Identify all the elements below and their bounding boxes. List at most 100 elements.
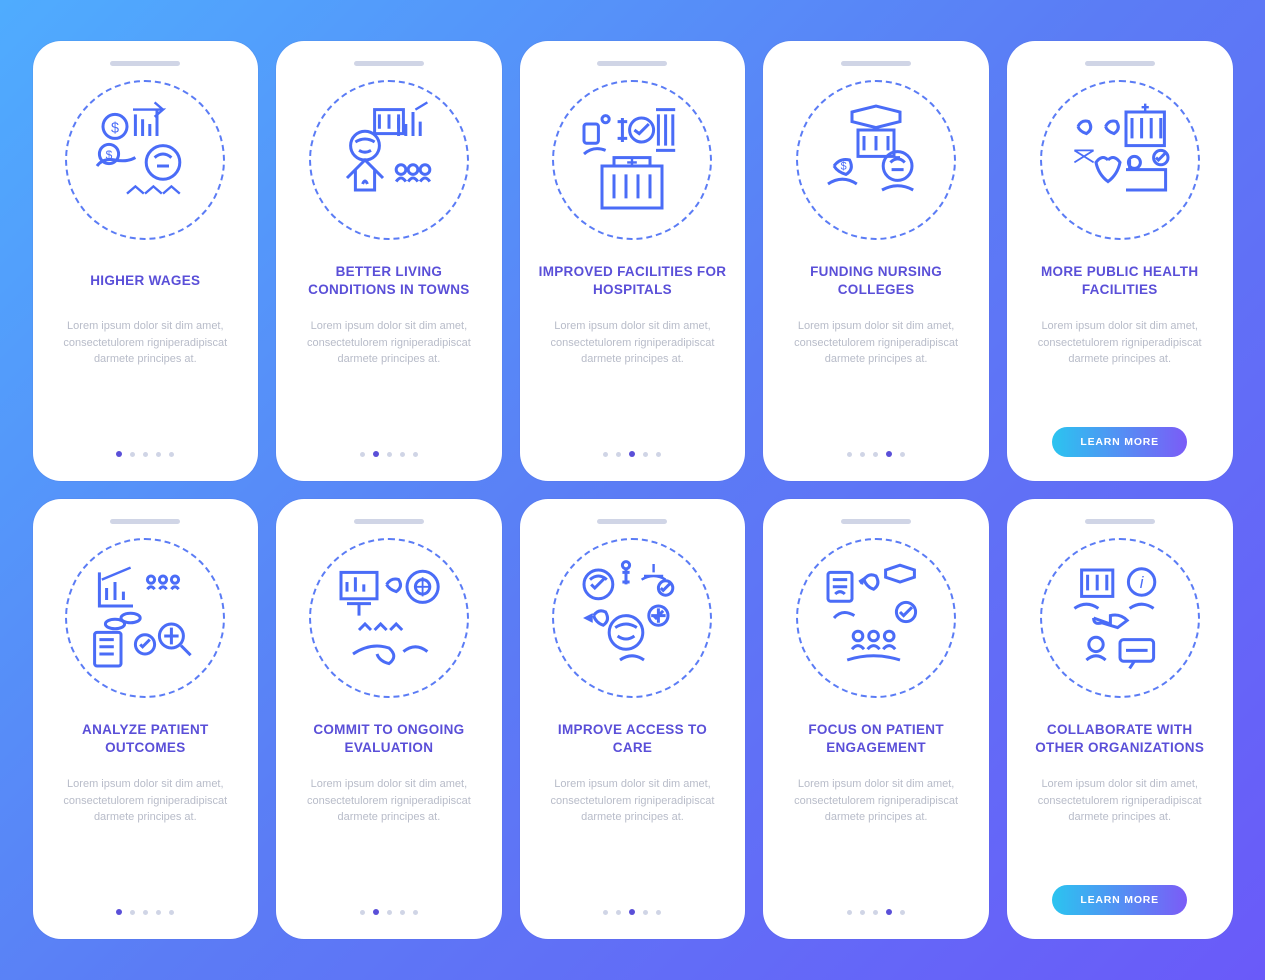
pagination-dot[interactable] bbox=[629, 451, 635, 457]
card-title: FOCUS ON PATIENT ENGAGEMENT bbox=[777, 720, 975, 758]
pagination-dot[interactable] bbox=[169, 452, 174, 457]
card-title: FUNDING NURSING COLLEGES bbox=[777, 262, 975, 300]
analyze-icon bbox=[65, 538, 225, 698]
card-description: Lorem ipsum dolor sit dim amet, consecte… bbox=[777, 318, 975, 452]
pagination-dot[interactable] bbox=[656, 910, 661, 915]
phone-notch bbox=[354, 519, 424, 524]
evaluation-icon bbox=[309, 538, 469, 698]
learn-more-button[interactable]: LEARN MORE bbox=[1052, 885, 1187, 915]
pagination-dots bbox=[116, 910, 174, 916]
pagination-dots bbox=[847, 910, 905, 916]
pagination-dot[interactable] bbox=[616, 910, 621, 915]
pagination-dots bbox=[847, 452, 905, 458]
onboarding-cards-grid: $$HIGHER WAGESLorem ipsum dolor sit dim … bbox=[33, 41, 1233, 939]
town-icon bbox=[309, 80, 469, 240]
phone-notch bbox=[841, 61, 911, 66]
pagination-dot[interactable] bbox=[860, 910, 865, 915]
card-title: COLLABORATE WITH OTHER ORGANIZATIONS bbox=[1021, 720, 1219, 758]
pagination-dot[interactable] bbox=[156, 452, 161, 457]
onboarding-card: $$HIGHER WAGESLorem ipsum dolor sit dim … bbox=[33, 41, 259, 481]
onboarding-card: FOCUS ON PATIENT ENGAGEMENT Lorem ipsum d… bbox=[763, 499, 989, 939]
pagination-dot[interactable] bbox=[643, 910, 648, 915]
pagination-dot[interactable] bbox=[847, 910, 852, 915]
card-title: MORE PUBLIC HEALTH FACILITIES bbox=[1021, 262, 1219, 300]
pagination-dot[interactable] bbox=[900, 910, 905, 915]
pagination-dot[interactable] bbox=[847, 452, 852, 457]
hospital-icon bbox=[552, 80, 712, 240]
pagination-dot[interactable] bbox=[603, 910, 608, 915]
pagination-dot[interactable] bbox=[629, 909, 635, 915]
svg-text:i: i bbox=[1139, 573, 1144, 592]
pagination-dots bbox=[360, 910, 418, 916]
pagination-dot[interactable] bbox=[886, 451, 892, 457]
pagination-dot[interactable] bbox=[169, 910, 174, 915]
learn-more-button[interactable]: LEARN MORE bbox=[1052, 427, 1187, 457]
pagination-dot[interactable] bbox=[387, 452, 392, 457]
card-description: Lorem ipsum dolor sit dim amet, consecte… bbox=[777, 776, 975, 910]
phone-notch bbox=[597, 61, 667, 66]
pagination-dot[interactable] bbox=[860, 452, 865, 457]
pagination-dot[interactable] bbox=[387, 910, 392, 915]
onboarding-card: BETTER LIVING CONDITIONS IN TOWNS Lorem i… bbox=[276, 41, 502, 481]
svg-text:$: $ bbox=[111, 120, 119, 136]
card-description: Lorem ipsum dolor sit dim amet, consecte… bbox=[1021, 318, 1219, 427]
pagination-dot[interactable] bbox=[413, 910, 418, 915]
pagination-dot[interactable] bbox=[130, 910, 135, 915]
card-description: Lorem ipsum dolor sit dim amet, consecte… bbox=[47, 318, 245, 452]
onboarding-card: COMMIT TO ONGOING EVALUATIONLorem ipsum … bbox=[276, 499, 502, 939]
pagination-dot[interactable] bbox=[643, 452, 648, 457]
collaborate-icon: i bbox=[1040, 538, 1200, 698]
pagination-dot[interactable] bbox=[360, 452, 365, 457]
pagination-dot[interactable] bbox=[873, 452, 878, 457]
pagination-dot[interactable] bbox=[156, 910, 161, 915]
card-title: COMMIT TO ONGOING EVALUATION bbox=[290, 720, 488, 758]
pagination-dot[interactable] bbox=[116, 909, 122, 915]
pagination-dot[interactable] bbox=[373, 451, 379, 457]
pagination-dots bbox=[603, 452, 661, 458]
card-description: Lorem ipsum dolor sit dim amet, consecte… bbox=[290, 318, 488, 452]
pagination-dot[interactable] bbox=[373, 909, 379, 915]
pagination-dot[interactable] bbox=[413, 452, 418, 457]
svg-text:$: $ bbox=[841, 161, 847, 173]
pagination-dots bbox=[360, 452, 418, 458]
pagination-dot[interactable] bbox=[130, 452, 135, 457]
pagination-dot[interactable] bbox=[360, 910, 365, 915]
phone-notch bbox=[1085, 519, 1155, 524]
nursing-icon: $ bbox=[796, 80, 956, 240]
card-title: ANALYZE PATIENT OUTCOMES bbox=[47, 720, 245, 758]
pagination-dot[interactable] bbox=[886, 909, 892, 915]
pagination-dot[interactable] bbox=[400, 910, 405, 915]
card-title: IMPROVE ACCESS TO CARE bbox=[534, 720, 732, 758]
card-description: Lorem ipsum dolor sit dim amet, consecte… bbox=[534, 776, 732, 910]
pagination-dot[interactable] bbox=[656, 452, 661, 457]
card-description: Lorem ipsum dolor sit dim amet, consecte… bbox=[1021, 776, 1219, 885]
onboarding-card: $ FUNDING NURSING COLLEGES Lorem ipsum dol… bbox=[763, 41, 989, 481]
phone-notch bbox=[597, 519, 667, 524]
access-icon bbox=[552, 538, 712, 698]
pagination-dot[interactable] bbox=[900, 452, 905, 457]
pagination-dot[interactable] bbox=[116, 451, 122, 457]
pagination-dot[interactable] bbox=[616, 452, 621, 457]
phone-notch bbox=[110, 61, 180, 66]
phone-notch bbox=[354, 61, 424, 66]
phone-notch bbox=[1085, 61, 1155, 66]
card-title: IMPROVED FACILITIES FOR HOSPITALS bbox=[534, 262, 732, 300]
svg-text:$: $ bbox=[106, 148, 113, 162]
pagination-dots bbox=[603, 910, 661, 916]
card-title: BETTER LIVING CONDITIONS IN TOWNS bbox=[290, 262, 488, 300]
pagination-dot[interactable] bbox=[400, 452, 405, 457]
pagination-dots bbox=[116, 452, 174, 458]
onboarding-card: IMPROVED FACILITIES FOR HOSPITALS Lorem i… bbox=[520, 41, 746, 481]
onboarding-card: ANALYZE PATIENT OUTCOMES Lorem ipsum dolo… bbox=[33, 499, 259, 939]
onboarding-card: MORE PUBLIC HEALTH FACILITIES Lorem ipsum… bbox=[1007, 41, 1233, 481]
pagination-dot[interactable] bbox=[143, 910, 148, 915]
card-description: Lorem ipsum dolor sit dim amet, consecte… bbox=[534, 318, 732, 452]
onboarding-card: IMPROVE ACCESS TO CARE Lorem ipsum dolor … bbox=[520, 499, 746, 939]
pagination-dot[interactable] bbox=[143, 452, 148, 457]
phone-notch bbox=[841, 519, 911, 524]
card-title: HIGHER WAGES bbox=[86, 262, 204, 300]
pagination-dot[interactable] bbox=[603, 452, 608, 457]
wages-icon: $$ bbox=[65, 80, 225, 240]
pagination-dot[interactable] bbox=[873, 910, 878, 915]
card-description: Lorem ipsum dolor sit dim amet, consecte… bbox=[47, 776, 245, 910]
